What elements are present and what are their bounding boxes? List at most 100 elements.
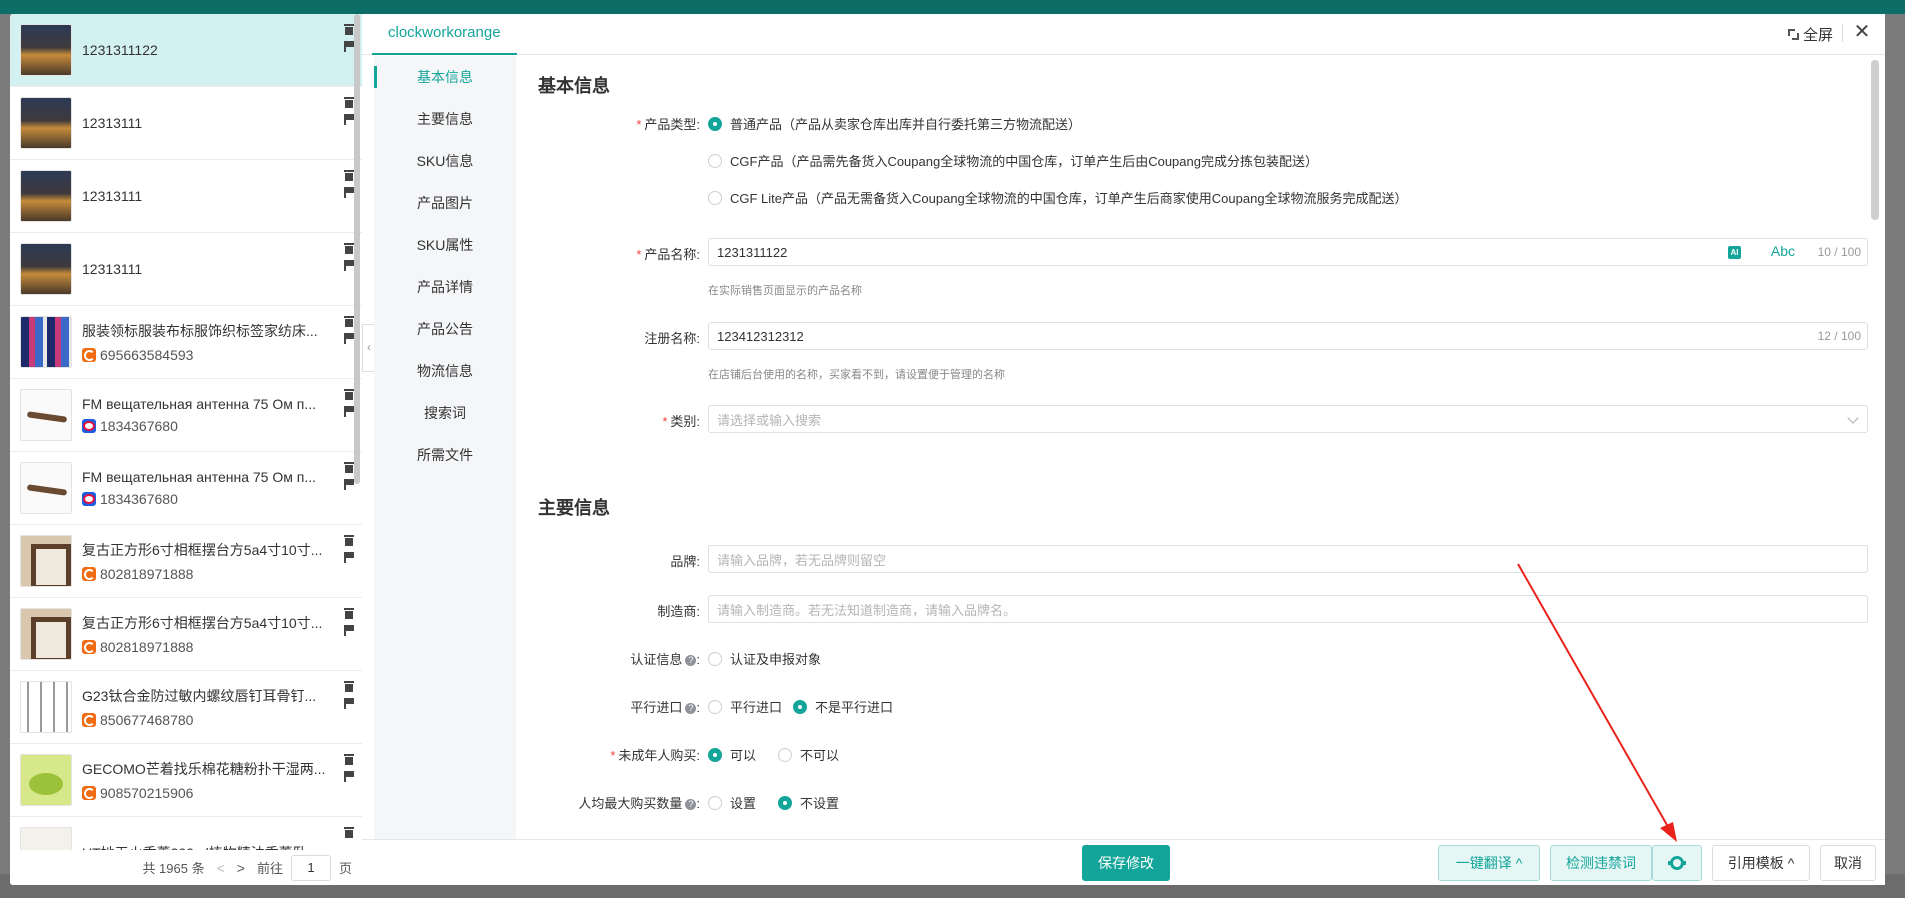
product-list-item[interactable]: FM вещательная антенна 75 Ом п... 1834367… [10, 379, 362, 452]
trash-icon[interactable] [344, 827, 354, 838]
fullscreen-button[interactable]: 全屏 [1787, 24, 1833, 45]
product-list-item[interactable]: UT她无火香薰200ml植物精油香薰卧... [10, 817, 362, 850]
1688-source-icon [82, 713, 96, 727]
anchor-nav-item[interactable]: 产品详情 [374, 266, 516, 308]
apply-template-button[interactable]: 引用模板 ^ [1712, 845, 1810, 881]
max-purchase-option-unset[interactable]: 不设置 [778, 793, 839, 812]
product-info: GECOMO芒着找乐棉花糖粉扑干湿两... 908570215906 [82, 759, 330, 801]
product-name-input[interactable]: 1231311122 AI Abc 10 / 100 [708, 238, 1868, 266]
registered-name-input[interactable]: 123412312312 12 / 100 [708, 322, 1868, 350]
product-info: 12313111 [82, 261, 330, 277]
help-icon[interactable]: ? [685, 655, 697, 667]
registered-name-count: 12 / 100 [1817, 329, 1861, 343]
product-list-item[interactable]: GECOMO芒着找乐棉花糖粉扑干湿两... 908570215906 [10, 744, 362, 817]
minor-purchase-option-no[interactable]: 不可以 [778, 745, 839, 764]
item-actions [344, 535, 354, 563]
help-icon[interactable]: ? [685, 799, 697, 811]
anchor-nav-item[interactable]: 基本信息 [374, 56, 516, 98]
product-list-scrollbar[interactable] [354, 14, 360, 484]
flag-icon[interactable] [344, 552, 354, 563]
product-list-item[interactable]: G23钛合金防过敏内螺纹唇钉耳骨钉... 850677468780 [10, 671, 362, 744]
parallel-import-option-yes[interactable]: 平行进口 [708, 697, 782, 716]
product-type-option-normal[interactable]: 普通产品（产品从卖家仓库出库并自行委托第三方物流配送） [708, 114, 1081, 133]
product-list-item[interactable]: 12313111 [10, 233, 362, 306]
product-type-option-cgf-lite[interactable]: CGF Lite产品（产品无需备货入Coupang全球物流的中国仓库，订单产生后… [708, 188, 1408, 207]
flag-icon[interactable] [344, 187, 354, 198]
item-actions [344, 681, 354, 709]
trash-icon[interactable] [344, 170, 354, 181]
registered-name-hint: 在店铺后台使用的名称，买家看不到，请设置便于管理的名称 [708, 369, 1005, 381]
trash-icon[interactable] [344, 24, 354, 35]
anchor-nav-item[interactable]: 产品公告 [374, 308, 516, 350]
trash-icon[interactable] [344, 535, 354, 546]
minor-purchase-label: * 未成年人购买: [610, 748, 700, 763]
pager-next-button[interactable]: > [237, 860, 245, 876]
flag-icon[interactable] [344, 479, 354, 490]
product-title: 服装领标服装布标服饰织标签家纺床... [82, 323, 318, 339]
product-type-option-cgf[interactable]: CGF产品（产品需先备货入Coupang全球物流的中国仓库，订单产生后由Coup… [708, 151, 1318, 170]
product-list-item[interactable]: FM вещательная антенна 75 Ом п... 1834367… [10, 452, 362, 525]
check-banned-words-button[interactable]: 检测违禁词 [1550, 845, 1652, 881]
trash-icon[interactable] [344, 754, 354, 765]
category-select[interactable]: 请选择或输入搜索 [708, 405, 1868, 433]
trash-icon[interactable] [344, 243, 354, 254]
product-id: 802818971888 [100, 639, 194, 655]
pager-prev-button[interactable]: < [217, 860, 225, 876]
trash-icon[interactable] [344, 681, 354, 692]
product-thumbnail [20, 754, 72, 806]
product-thumbnail [20, 97, 72, 149]
flag-icon[interactable] [344, 41, 354, 52]
flag-icon[interactable] [344, 114, 354, 125]
close-icon[interactable]: ✕ [1851, 22, 1873, 44]
max-purchase-option-set[interactable]: 设置 [708, 793, 756, 812]
product-list-item[interactable]: 12313111 [10, 160, 362, 233]
flag-icon[interactable] [344, 260, 354, 271]
abc-case-button[interactable]: Abc [1771, 243, 1795, 259]
tab-store[interactable]: clockworkorange [372, 14, 517, 55]
flag-icon[interactable] [344, 698, 354, 709]
anchor-nav-item[interactable]: SKU信息 [374, 140, 516, 182]
translate-button[interactable]: 一键翻译 ^ [1438, 845, 1540, 881]
product-title: FM вещательная антенна 75 Ом п... [82, 469, 317, 485]
product-list-item[interactable]: 复古正方形6寸相框摆台方5a4寸10寸... 802818971888 [10, 598, 362, 671]
anchor-nav-item[interactable]: 产品图片 [374, 182, 516, 224]
flag-icon[interactable] [344, 771, 354, 782]
help-icon[interactable]: ? [685, 703, 697, 715]
manufacturer-input[interactable]: 请输入制造商。若无法知道制造商，请输入品牌名。 [708, 595, 1868, 623]
flag-icon[interactable] [344, 625, 354, 636]
anchor-nav-item[interactable]: 所需文件 [374, 434, 516, 476]
flag-icon[interactable] [344, 406, 354, 417]
pagination: 共 1965 条 < > 前往 1 页 [10, 850, 362, 885]
trash-icon[interactable] [344, 389, 354, 400]
product-list-item[interactable]: 服装领标服装布标服饰织标签家纺床... 695663584593 [10, 306, 362, 379]
1688-source-icon [82, 567, 96, 581]
minor-purchase-option-yes[interactable]: 可以 [708, 745, 756, 764]
anchor-nav-item[interactable]: 主要信息 [374, 98, 516, 140]
trash-icon[interactable] [344, 608, 354, 619]
product-info: 复古正方形6寸相框摆台方5a4寸10寸... 802818971888 [82, 540, 330, 582]
background-topbar [0, 0, 1905, 14]
product-list-item[interactable]: 复古正方形6寸相框摆台方5a4寸10寸... 802818971888 [10, 525, 362, 598]
anchor-nav-item[interactable]: 物流信息 [374, 350, 516, 392]
item-actions [344, 389, 354, 417]
save-button[interactable]: 保存修改 [1082, 845, 1170, 881]
form-scrollbar[interactable] [1871, 60, 1879, 220]
product-list-item[interactable]: 12313111 [10, 87, 362, 160]
product-source-row: 1834367680 [82, 491, 330, 507]
check-settings-button[interactable] [1652, 845, 1702, 881]
item-actions [344, 608, 354, 636]
certification-option[interactable]: 认证及申报对象 [708, 649, 821, 668]
brand-input[interactable]: 请输入品牌，若无品牌则留空 [708, 545, 1868, 573]
anchor-nav-item[interactable]: SKU属性 [374, 224, 516, 266]
anchor-nav-item[interactable]: 搜索词 [374, 392, 516, 434]
pager-page-input[interactable]: 1 [290, 854, 331, 881]
flag-icon[interactable] [344, 333, 354, 344]
product-list-item[interactable]: 1231311122 [10, 14, 362, 87]
trash-icon[interactable] [344, 316, 354, 327]
ai-icon[interactable]: AI [1728, 246, 1741, 259]
cancel-button[interactable]: 取消 [1820, 845, 1876, 881]
product-title: 1231311122 [82, 42, 158, 58]
parallel-import-option-no[interactable]: 不是平行进口 [793, 697, 893, 716]
trash-icon[interactable] [344, 462, 354, 473]
trash-icon[interactable] [344, 97, 354, 108]
